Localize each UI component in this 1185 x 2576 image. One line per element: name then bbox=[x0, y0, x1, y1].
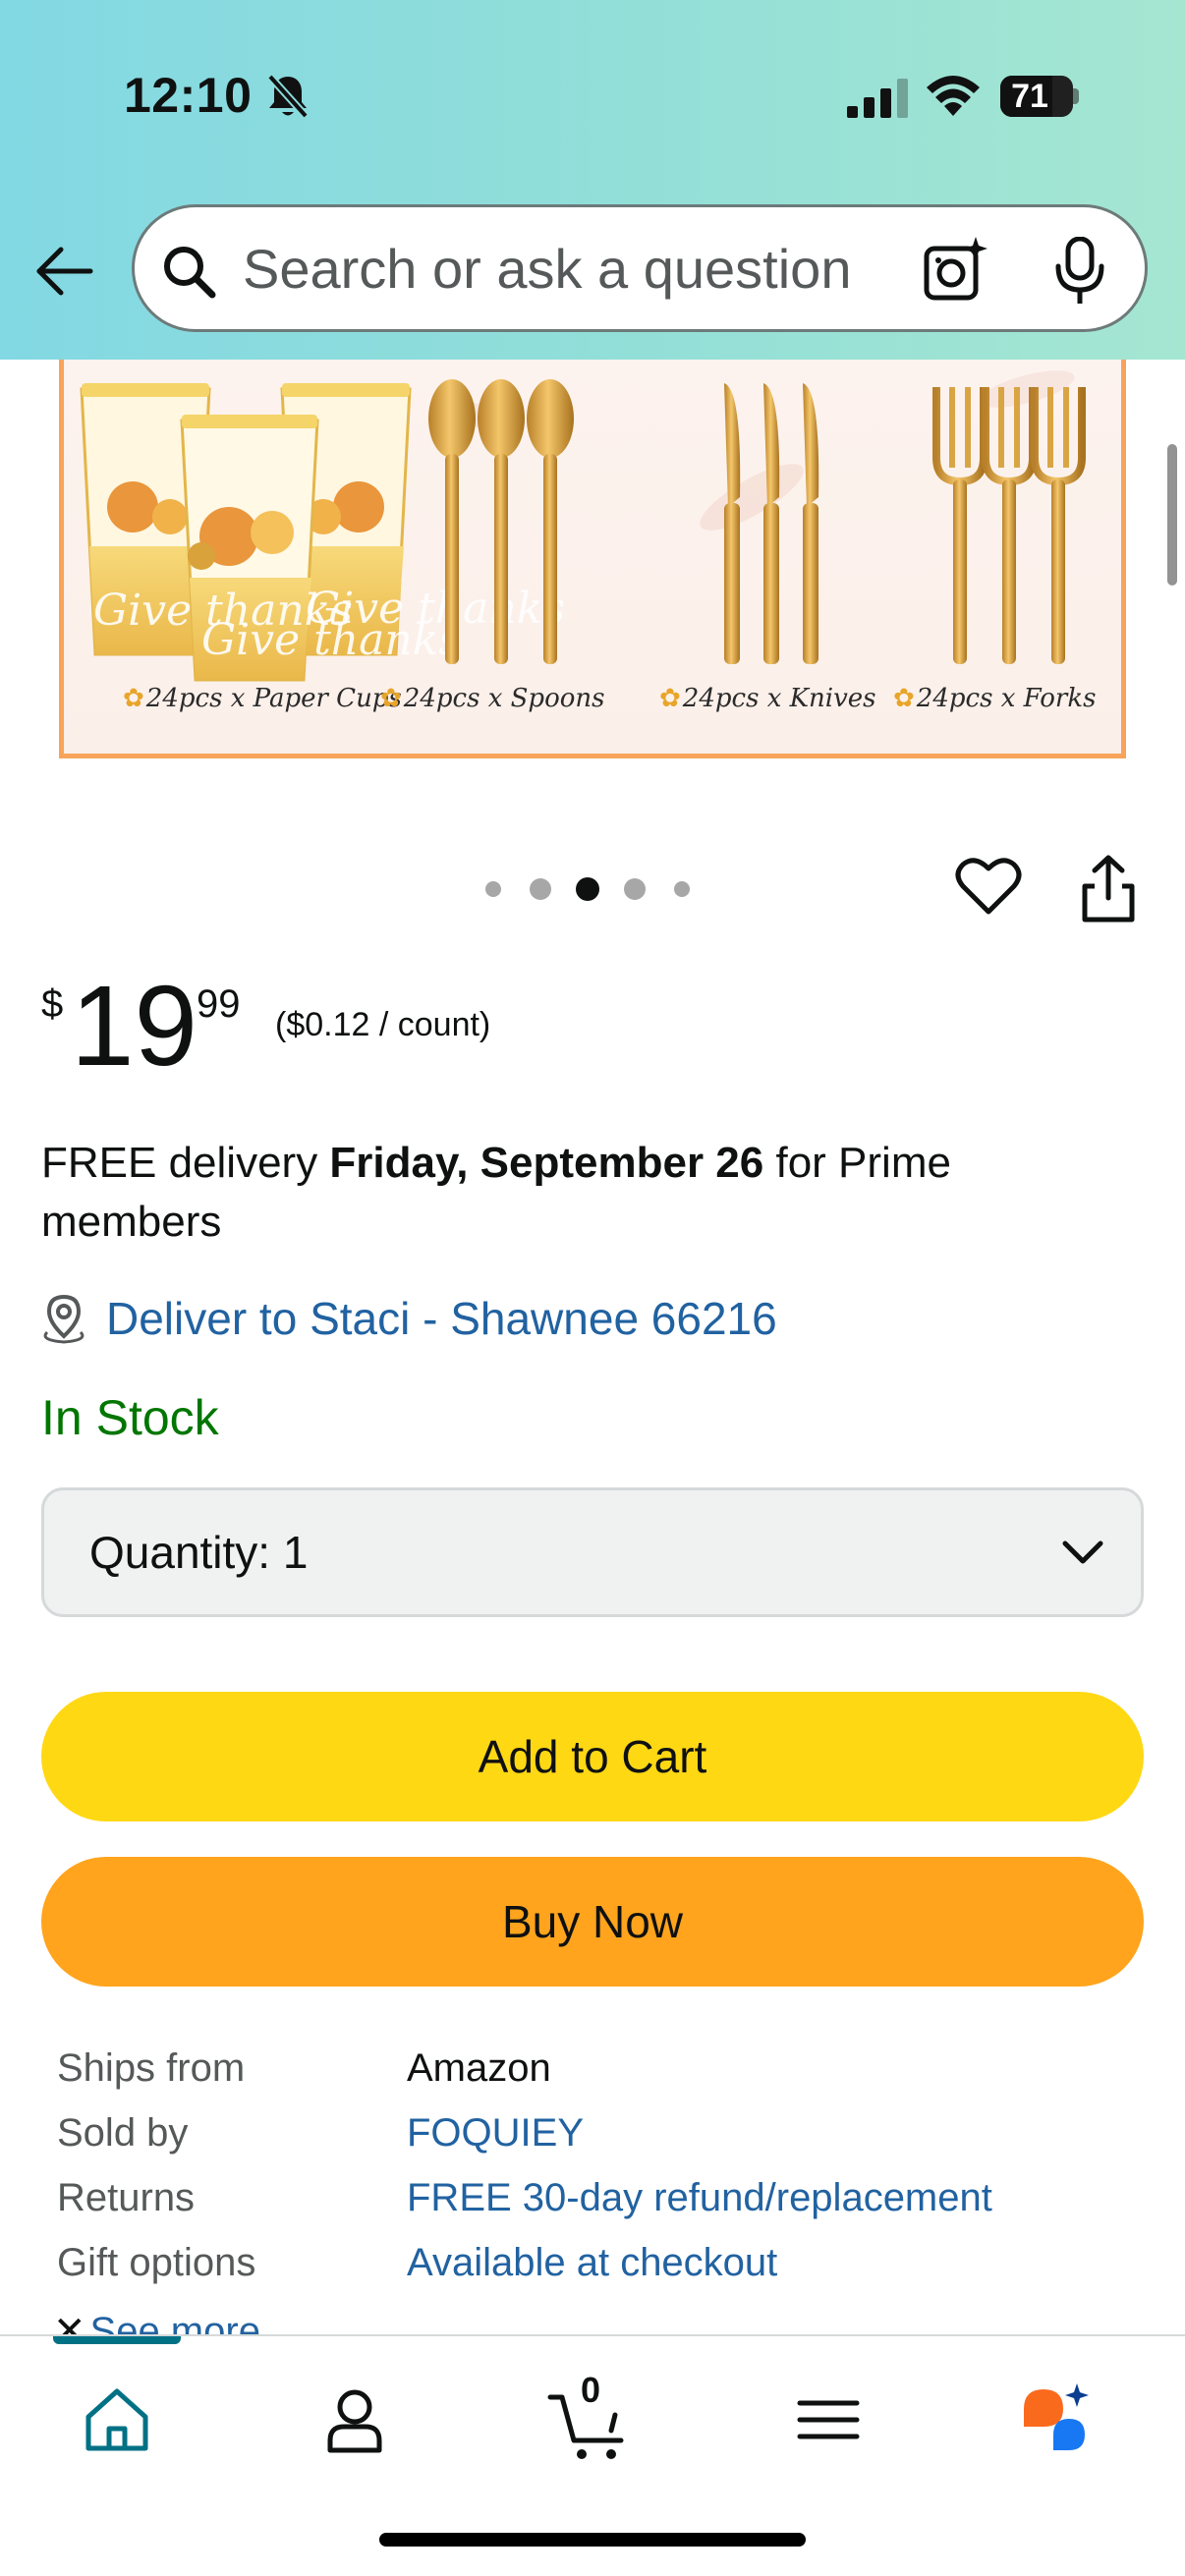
detail-key: Ships from bbox=[57, 2046, 246, 2090]
sunflower-icon: ✿ bbox=[659, 684, 681, 713]
pagination-dot[interactable] bbox=[530, 878, 551, 900]
chevron-down-icon bbox=[1062, 1540, 1103, 1564]
nav-account[interactable] bbox=[310, 2376, 399, 2464]
seller-link[interactable]: FOQUIEY bbox=[407, 2100, 584, 2165]
caption-spoons: ✿24pcs x Spoons bbox=[380, 684, 605, 713]
detail-row-returns: Returns FREE 30-day refund/replacement bbox=[57, 2165, 1157, 2230]
add-to-cart-button[interactable]: Add to Cart bbox=[41, 1692, 1144, 1821]
price-whole: 19 bbox=[71, 962, 198, 1090]
account-icon bbox=[327, 2389, 382, 2453]
detail-row-sold-by: Sold by FOQUIEY bbox=[57, 2100, 1157, 2165]
sunflower-icon: ✿ bbox=[380, 684, 402, 713]
price-symbol: $ bbox=[41, 982, 64, 1026]
detail-key: Sold by bbox=[57, 2111, 189, 2155]
sunflower-icon: ✿ bbox=[893, 684, 915, 713]
details-table: Ships from Amazon Sold by FOQUIEY Return… bbox=[57, 2036, 1157, 2295]
location-pin-icon bbox=[43, 1294, 85, 1344]
search-icon bbox=[164, 247, 216, 299]
battery-indicator: 71 bbox=[1000, 76, 1079, 117]
gold-forks bbox=[932, 387, 1086, 664]
detail-key: Gift options bbox=[57, 2241, 256, 2284]
gold-knives bbox=[724, 383, 819, 664]
detail-value: Amazon bbox=[407, 2046, 551, 2090]
caption-knives: ✿24pcs x Knives bbox=[659, 684, 876, 713]
cart-count-badge: 0 bbox=[580, 2370, 601, 2410]
detail-key: Returns bbox=[57, 2176, 196, 2219]
scrollbar[interactable] bbox=[1167, 444, 1177, 586]
caption-paper-cups: ✿24pcs x Paper Cups bbox=[123, 684, 402, 713]
battery-tip bbox=[1073, 88, 1079, 104]
nav-home[interactable] bbox=[73, 2376, 161, 2464]
share-icon[interactable] bbox=[1077, 855, 1140, 924]
product-page: 12:10 71 Search or ask a question Give t… bbox=[0, 0, 1185, 2576]
caption-forks: ✿24pcs x Forks bbox=[893, 684, 1097, 713]
wifi-icon bbox=[927, 76, 980, 116]
quantity-value: 1 bbox=[282, 1527, 309, 1578]
menu-icon bbox=[797, 2400, 860, 2439]
unit-price: ($0.12 / count) bbox=[275, 1006, 491, 1043]
delivery-date: Friday, September 26 bbox=[329, 1139, 764, 1187]
sunflower-icon: ✿ bbox=[123, 684, 144, 713]
detail-row-ships-from: Ships from Amazon bbox=[57, 2036, 1157, 2100]
heart-icon[interactable] bbox=[955, 855, 1022, 918]
battery-level: 71 bbox=[1011, 78, 1048, 115]
cup-text-right: Give thanks bbox=[306, 584, 565, 634]
nav-rufus-assistant[interactable] bbox=[1016, 2376, 1104, 2464]
pagination-dot-active[interactable] bbox=[576, 877, 599, 901]
cellular-signal-icon bbox=[847, 79, 908, 118]
rufus-assistant-icon bbox=[1024, 2383, 1089, 2450]
quantity-dropdown[interactable]: Quantity: 1 bbox=[41, 1487, 1144, 1617]
delivery-message: FREE delivery Friday, September 26 for P… bbox=[41, 1134, 1142, 1252]
camera-lens-icon[interactable] bbox=[921, 235, 991, 306]
nav-cart[interactable]: 0 bbox=[546, 2370, 635, 2464]
bell-off-icon bbox=[267, 74, 309, 119]
quantity-label: Quantity: 1 bbox=[89, 1527, 309, 1578]
gift-options-link[interactable]: Available at checkout bbox=[407, 2230, 777, 2295]
active-tab-indicator bbox=[53, 2336, 181, 2344]
image-pagination-dots[interactable] bbox=[483, 872, 709, 906]
back-arrow-icon[interactable] bbox=[33, 240, 96, 303]
detail-row-gift-options: Gift options Available at checkout bbox=[57, 2230, 1157, 2295]
nav-menu[interactable] bbox=[784, 2376, 873, 2464]
home-indicator[interactable] bbox=[379, 2533, 806, 2547]
search-input[interactable] bbox=[243, 229, 950, 308]
home-icon bbox=[85, 2388, 148, 2451]
price-fraction: 99 bbox=[197, 982, 241, 1026]
status-time: 12:10 bbox=[124, 68, 253, 123]
deliver-to-link[interactable]: Deliver to Staci - Shawnee 66216 bbox=[106, 1289, 777, 1348]
product-image-carousel[interactable]: Give thanks Give thanks Give thanks ✿24p… bbox=[59, 360, 1126, 758]
returns-link[interactable]: FREE 30-day refund/replacement bbox=[407, 2165, 992, 2230]
gold-spoons bbox=[428, 379, 574, 664]
delivery-prefix: FREE delivery bbox=[41, 1139, 318, 1187]
microphone-icon[interactable] bbox=[1052, 237, 1107, 306]
buy-now-button[interactable]: Buy Now bbox=[41, 1857, 1144, 1987]
pagination-dot[interactable] bbox=[674, 881, 690, 897]
stock-status: In Stock bbox=[41, 1390, 219, 1445]
header: 12:10 71 bbox=[0, 0, 1185, 360]
pagination-dot[interactable] bbox=[624, 878, 646, 900]
pagination-dot[interactable] bbox=[485, 881, 501, 897]
search-bar[interactable] bbox=[132, 204, 1148, 332]
